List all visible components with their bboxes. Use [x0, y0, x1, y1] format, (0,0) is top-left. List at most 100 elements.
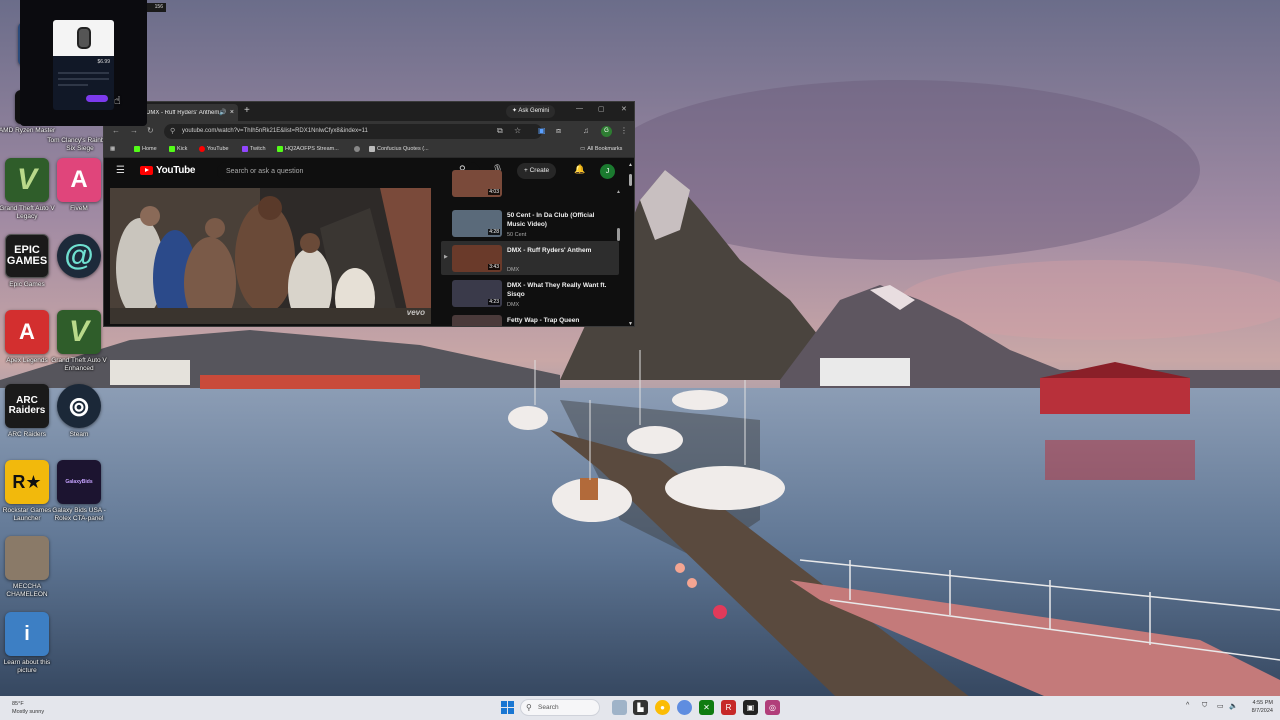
url-text: youtube.com/watch?v=ThIh5nRk21E&list=RDX… — [182, 128, 368, 134]
menu-kebab-icon[interactable]: ⋮ — [620, 126, 628, 135]
extensions-puzzle-icon[interactable]: ⧈ — [556, 126, 561, 136]
install-icon[interactable]: ⧉ — [497, 126, 503, 136]
desktop-icon[interactable]: V Grand Theft Auto V Enhanced — [47, 310, 111, 373]
weather-widget[interactable]: 85°F Mostly sunny — [12, 700, 44, 716]
tray-app-icon[interactable]: ⛉ — [1202, 702, 1207, 710]
chrome-icon[interactable]: ● — [655, 700, 670, 715]
arc-raiders-icon: ARC Raiders — [5, 384, 49, 428]
bookmark-youtube[interactable]: YouTube — [199, 146, 229, 152]
bookmark-kick[interactable]: Kick — [169, 146, 187, 152]
all-bookmarks-label: All Bookmarks — [587, 146, 623, 152]
bookmark-label: YouTube — [207, 146, 229, 152]
divider — [58, 84, 88, 86]
playlist-scroll-thumb[interactable] — [617, 228, 620, 241]
minimize-icon[interactable]: — — [576, 105, 583, 112]
ask-gemini-button[interactable]: ✦ Ask Gemini — [506, 105, 556, 118]
desktop-icon[interactable]: @ — [47, 234, 111, 281]
ask-gemini-label: Ask Gemini — [518, 108, 550, 114]
browser-titlebar: DMX - Ruff Ryders' Anthem 🔊 × + ✦ Ask Ge… — [104, 102, 634, 121]
discord-icon[interactable]: ◎ — [765, 700, 780, 715]
close-window-icon[interactable]: ✕ — [621, 105, 627, 113]
network-icon[interactable]: ▭ — [1217, 702, 1224, 710]
apex-legends-icon: A — [5, 310, 49, 354]
youtube-logo[interactable]: YouTube — [140, 165, 196, 176]
taskbar-search[interactable]: ⚲ Search — [520, 699, 600, 716]
new-tab-button[interactable]: + — [244, 105, 250, 116]
steam-icon: ⊚ — [57, 384, 101, 428]
bookmark-label: Kick — [177, 146, 188, 152]
playlist-thumbnail: 4:28 — [452, 210, 502, 237]
playlist-item[interactable]: 4:03 — [441, 166, 619, 200]
media-app-icon[interactable]: ▣ — [743, 700, 758, 715]
bookmarks-bar: ▦ Home Kick YouTube Twitch HQ2AOFPS Stre… — [104, 143, 634, 158]
kick-icon — [134, 146, 140, 152]
back-icon[interactable]: ← — [112, 126, 120, 135]
windows-start-icon[interactable] — [501, 701, 514, 714]
bookmark-hq2aofps[interactable]: HQ2AOFPS Stream... — [277, 146, 339, 152]
bookmark-label: Confucius Quotes (... — [377, 146, 429, 152]
playlist-scrollbar[interactable]: ▲ — [616, 188, 622, 326]
playlist-item[interactable]: Fetty Wap - Trap Queen — [441, 311, 619, 326]
clock[interactable]: 4:55 PM 8/7/2024 — [1243, 699, 1273, 715]
desktop-icon-label: MECCHA CHAMELEON — [6, 583, 48, 598]
bookmark-confucius[interactable]: Confucius Quotes (... — [369, 146, 429, 152]
playlist-item[interactable]: 4:28 50 Cent - In Da Club (Official Musi… — [441, 206, 619, 240]
youtube-play-icon — [140, 166, 153, 175]
bookmark-unnamed[interactable] — [354, 146, 360, 152]
youtube-icon — [199, 146, 205, 152]
speaker-icon[interactable]: 🔊 — [219, 109, 226, 116]
forward-icon[interactable]: → — [130, 126, 138, 135]
scroll-up-icon[interactable]: ▲ — [616, 189, 621, 195]
address-bar[interactable]: ⚲ youtube.com/watch?v=ThIh5nRk21E&list=R… — [164, 124, 542, 139]
rockstar-taskbar-icon[interactable]: R — [721, 700, 736, 715]
playlist-panel: 4:03 4:28 50 Cent - In Da Club (Official… — [441, 170, 622, 326]
scroll-down-icon[interactable]: ▼ — [628, 321, 633, 326]
task-view-icon[interactable] — [612, 700, 627, 715]
playlist-item-title: DMX - Ruff Ryders' Anthem — [507, 247, 592, 254]
desktop-icon[interactable]: MECCHA CHAMELEON — [0, 536, 59, 599]
bookmark-star-icon[interactable]: ☆ — [514, 126, 521, 135]
hand-cursor-icon: ☝ — [114, 95, 121, 107]
desktop-icon[interactable]: i Learn about this picture — [0, 612, 59, 675]
profile-avatar[interactable]: G — [601, 126, 612, 137]
buy-button[interactable] — [86, 95, 108, 102]
scroll-up-icon[interactable]: ▲ — [628, 162, 633, 168]
extension-icon[interactable]: ▣ — [538, 126, 546, 135]
all-bookmarks[interactable]: ▭ All Bookmarks — [580, 146, 622, 152]
hamburger-menu-icon[interactable]: ☰ — [116, 165, 125, 176]
ubisoft-icon: @ — [57, 234, 101, 278]
copilot-icon[interactable] — [677, 700, 692, 715]
taskbar-thumbnail-preview[interactable]: $6.99 ☝ — [20, 0, 147, 126]
video-player[interactable]: vevo — [110, 188, 431, 324]
playlist-item-title: DMX - What They Really Want ft. Sisqo — [507, 282, 607, 298]
bookmark-home[interactable]: Home — [134, 146, 157, 152]
desktop-icon[interactable]: GalaxyBids Galaxy Bids USA - Rolex CTA-p… — [47, 460, 111, 523]
tray-chevron-icon[interactable]: ^ — [1186, 702, 1189, 709]
playlist-item-channel: 50 Cent — [507, 232, 527, 238]
page-scrollbar[interactable]: ▲ ▼ — [627, 158, 634, 326]
page-scroll-thumb[interactable] — [629, 174, 632, 186]
media-control-icon[interactable]: ♫ — [583, 126, 589, 135]
reload-icon[interactable]: ↻ — [147, 126, 154, 135]
meccha-chameleon-icon — [5, 536, 49, 580]
playlist-item[interactable]: 4:23 DMX - What They Really Want ft. Sis… — [441, 276, 619, 310]
kick-icon — [277, 146, 283, 152]
close-tab-icon[interactable]: × — [230, 109, 234, 116]
xbox-icon[interactable]: ✕ — [699, 700, 714, 715]
tab-youtube[interactable]: DMX - Ruff Ryders' Anthem 🔊 × — [142, 104, 238, 121]
gta-v-legacy-icon: V — [5, 158, 49, 202]
file-explorer-icon[interactable]: ▙ — [633, 700, 648, 715]
fivem-icon: A — [57, 158, 101, 202]
desktop-icon-label: Learn about this picture — [3, 659, 51, 674]
site-info-icon[interactable]: ⚲ — [170, 124, 175, 139]
volume-icon[interactable]: 🔈 — [1229, 702, 1238, 710]
bookmark-twitch[interactable]: Twitch — [242, 146, 266, 152]
playlist-item-active[interactable]: ▶ 3:43 DMX - Ruff Ryders' Anthem DMX — [441, 241, 619, 275]
browser-toolbar: ← → ↻ ⚲ youtube.com/watch?v=ThIh5nRk21E&… — [104, 121, 634, 143]
desktop-icon[interactable]: ⊚ Steam — [47, 384, 111, 439]
bookmark-label: Twitch — [250, 146, 266, 152]
playlist-thumbnail — [452, 315, 502, 326]
apps-grid-icon[interactable]: ▦ — [110, 146, 115, 152]
desktop-icon[interactable]: A FiveM — [47, 158, 111, 213]
maximize-icon[interactable]: ▢ — [598, 105, 605, 113]
